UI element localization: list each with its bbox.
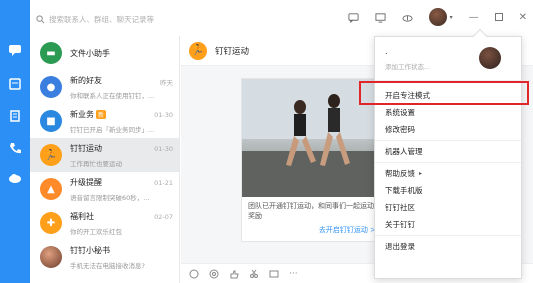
conversation-preview: 你的开工欢乐红包 bbox=[70, 227, 122, 236]
menu-divider bbox=[375, 140, 521, 141]
cloud-icon[interactable] bbox=[8, 172, 22, 184]
chat-title: 钉钉运动 bbox=[215, 46, 250, 57]
chevron-down-icon[interactable]: ▾ bbox=[450, 14, 453, 21]
conversation-name: 文件小助手 bbox=[70, 48, 110, 58]
at-icon[interactable] bbox=[209, 269, 219, 279]
submenu-arrow-icon: ▸ bbox=[419, 170, 423, 177]
conversation-item[interactable]: ✚ 福利社 你的开工欢乐红包 02-07 bbox=[30, 206, 179, 240]
message-icon[interactable] bbox=[348, 12, 359, 23]
help-feedback-item[interactable]: 帮助反馈 ▸ bbox=[375, 165, 521, 182]
conversation-preview: 工作再忙也要运动 bbox=[70, 159, 122, 168]
menu-divider bbox=[375, 235, 521, 236]
runner-icon: 🏃 bbox=[40, 144, 62, 166]
search-icon bbox=[36, 14, 45, 23]
menu-item-label: 退出登录 bbox=[385, 242, 415, 251]
docs-icon[interactable] bbox=[8, 110, 22, 122]
like-icon[interactable] bbox=[229, 269, 239, 279]
close-icon[interactable]: ✕ bbox=[519, 12, 527, 23]
scissors-icon[interactable] bbox=[249, 269, 259, 279]
menu-item-label: 钉钉社区 bbox=[385, 203, 415, 212]
system-settings-item[interactable]: 系统设置 bbox=[375, 104, 521, 121]
about-item[interactable]: 关于钉钉 bbox=[375, 216, 521, 233]
menu-user-section: . 添加工作状态... bbox=[375, 37, 521, 81]
conversation-time: 01-21 bbox=[154, 179, 173, 187]
briefcase-icon: ■ bbox=[40, 110, 62, 132]
phone-icon[interactable] bbox=[8, 142, 22, 154]
logout-item[interactable]: 退出登录 bbox=[375, 238, 521, 255]
conversation-preview: 手机无法在电脑接收消息? bbox=[70, 261, 145, 270]
download-mobile-item[interactable]: 下载手机版 bbox=[375, 182, 521, 199]
more-options-icon[interactable]: ··· bbox=[289, 269, 298, 279]
upgrade-icon: ▲ bbox=[40, 178, 62, 200]
menu-item-label: 下载手机版 bbox=[385, 186, 423, 195]
conversation-preview: 你和联系人正在使用钉钉，... bbox=[70, 91, 154, 100]
menu-username: . bbox=[385, 47, 388, 56]
folder-icon: ▬ bbox=[40, 42, 62, 64]
cloud-upload-icon[interactable] bbox=[402, 12, 413, 23]
minimize-icon[interactable]: — bbox=[469, 12, 479, 23]
menu-item-label: 关于钉钉 bbox=[385, 220, 415, 229]
conversation-item[interactable]: ■ 新业务新 钉钉已开启「新业务同步」... 01-30 bbox=[30, 104, 179, 138]
conversation-item[interactable]: ▲ 升级提醒 语音留言限制突破60秒，... 01-21 bbox=[30, 172, 179, 206]
image-icon[interactable] bbox=[269, 269, 279, 279]
robot-manage-item[interactable]: 机器人管理 bbox=[375, 143, 521, 160]
maximize-icon[interactable] bbox=[494, 13, 503, 21]
emoji-icon[interactable] bbox=[189, 269, 199, 279]
top-bar: 搜索联系人、群组、聊天记录等 ▾ — ✕ bbox=[30, 0, 533, 36]
conversation-preview: 语音留言限制突破60秒，... bbox=[70, 193, 150, 202]
community-item[interactable]: 钉钉社区 bbox=[375, 199, 521, 216]
conversation-name: 新业务 bbox=[70, 109, 94, 119]
gift-icon: ✚ bbox=[40, 212, 62, 234]
calendar-icon[interactable] bbox=[8, 78, 22, 90]
menu-item-label: 系统设置 bbox=[385, 108, 415, 117]
user-menu: . 添加工作状态... 开启专注模式 系统设置 修改密码 机器人管理 帮助反馈 ▸… bbox=[374, 28, 522, 279]
menu-item-label: 机器人管理 bbox=[385, 147, 423, 156]
menu-avatar[interactable] bbox=[479, 47, 501, 69]
menu-item-label: 修改密码 bbox=[385, 125, 415, 134]
conversation-time: 02-07 bbox=[154, 213, 173, 221]
change-password-item[interactable]: 修改密码 bbox=[375, 121, 521, 138]
search-placeholder: 搜索联系人、群组、聊天记录等 bbox=[49, 14, 154, 24]
open-sport-link[interactable]: 去开启钉钉运动 > bbox=[242, 225, 382, 241]
conversation-time: 昨天 bbox=[160, 79, 173, 87]
conversation-item[interactable]: ● 新的好友 你和联系人正在使用钉钉，... 昨天 bbox=[30, 70, 179, 104]
focus-mode-highlight bbox=[359, 81, 529, 105]
secretary-avatar bbox=[40, 246, 62, 268]
runner-icon: 🏃 bbox=[189, 41, 207, 60]
search-input[interactable]: 搜索联系人、群组、聊天记录等 bbox=[36, 12, 246, 26]
conversation-item[interactable]: 🏃 钉钉运动 工作再忙也要运动 01-30 bbox=[30, 138, 179, 172]
menu-item-label: 帮助反馈 bbox=[385, 169, 415, 178]
new-badge: 新 bbox=[96, 109, 107, 119]
conversation-preview: 钉钉已开启「新业务同步」... bbox=[70, 125, 154, 134]
conversation-list: ▬ 文件小助手 ● 新的好友 你和联系人正在使用钉钉，... 昨天 ■ 新业务新… bbox=[30, 36, 180, 283]
conversation-item[interactable]: 钉钉小秘书 手机无法在电脑接收消息? bbox=[30, 240, 179, 274]
left-nav-rail bbox=[0, 0, 30, 283]
conversation-item[interactable]: ▬ 文件小助手 bbox=[30, 36, 179, 70]
user-avatar[interactable] bbox=[428, 8, 447, 26]
conversation-time: 01-30 bbox=[154, 111, 173, 119]
screen-share-icon[interactable] bbox=[375, 12, 386, 23]
menu-divider bbox=[375, 162, 521, 163]
conversation-name: 钉钉小秘书 bbox=[70, 245, 110, 255]
conversation-time: 01-30 bbox=[154, 145, 173, 153]
chat-icon[interactable] bbox=[8, 44, 22, 56]
work-status-input[interactable]: 添加工作状态... bbox=[385, 61, 430, 71]
card-description: 团队已开通钉钉运动，和同事们一起运动奖励 bbox=[248, 202, 374, 220]
user-add-icon: ● bbox=[40, 76, 62, 98]
